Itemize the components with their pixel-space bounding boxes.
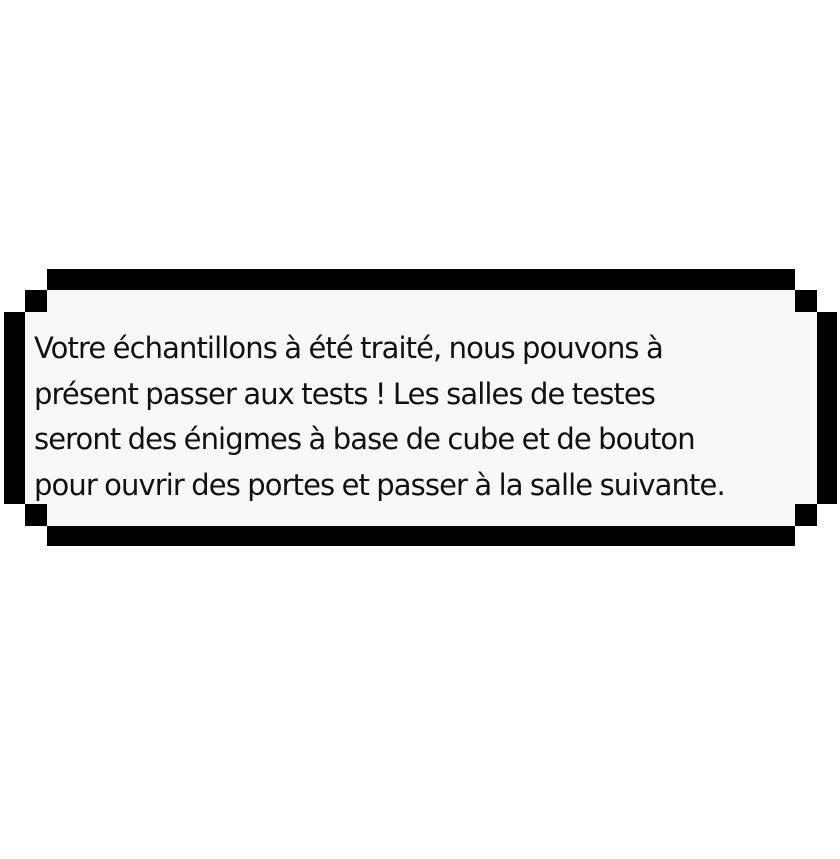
- dialog-line-2: présent passer aux tests ! Les salles de…: [34, 376, 656, 411]
- corner-top-right: [795, 290, 817, 312]
- border-right: [817, 312, 837, 504]
- border-bottom: [47, 526, 795, 546]
- border-left: [4, 312, 25, 504]
- dialog-box: Votre échantillons à été traité, nous po…: [0, 0, 840, 859]
- corner-top-left: [25, 290, 47, 312]
- dialog-line-1: Votre échantillons à été traité, nous po…: [34, 331, 664, 365]
- dialog-line-3: seront des énigmes à base de cube et de …: [34, 422, 696, 456]
- border-top: [47, 269, 795, 290]
- dialog-text: Votre échantillons à été traité, nous po…: [34, 326, 814, 508]
- dialog-line-4: pour ouvrir des portes et passer à la sa…: [34, 467, 726, 502]
